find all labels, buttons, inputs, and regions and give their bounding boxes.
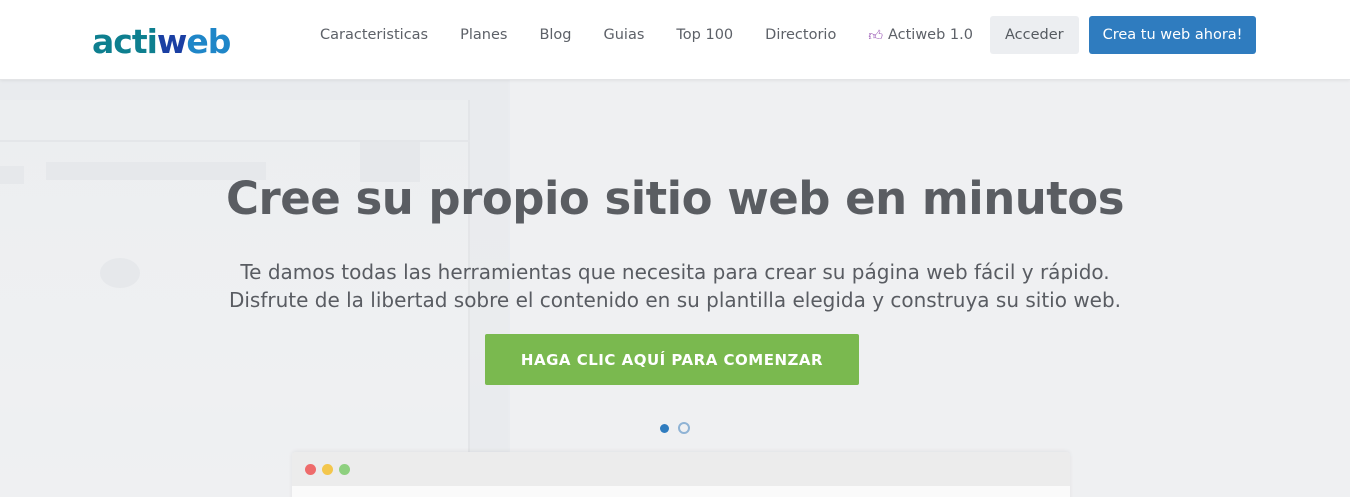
hero-section: Cree su propio sitio web en minutos Te d… bbox=[0, 80, 1350, 497]
hero-title: Cree su propio sitio web en minutos bbox=[226, 172, 1124, 225]
hero-subtitle: Te damos todas las herramientas que nece… bbox=[0, 258, 1350, 314]
carousel-dot-2[interactable] bbox=[678, 422, 690, 434]
nav-actiweb-1-0[interactable]: 👍︎ Actiweb 1.0 bbox=[852, 27, 989, 44]
carousel-pagination bbox=[660, 422, 690, 434]
hero-subtitle-line-1: Te damos todas las herramientas que nece… bbox=[240, 260, 1110, 284]
window-minimize-dot-icon bbox=[322, 463, 333, 475]
window-close-dot-icon bbox=[305, 463, 316, 475]
logo-wordmark: actiweb bbox=[92, 21, 231, 61]
thumbs-up-icon: 👍︎ bbox=[868, 27, 883, 44]
nav-guias[interactable]: Guias bbox=[588, 27, 661, 43]
nav-directorio[interactable]: Directorio bbox=[749, 27, 852, 43]
window-maximize-dot-icon bbox=[339, 463, 350, 475]
actiweb-logo[interactable]: actiweb bbox=[92, 18, 231, 64]
site-header: actiweb Caracteristicas Planes Blog Guia… bbox=[0, 0, 1350, 80]
browser-toolbar bbox=[292, 452, 1070, 486]
login-button[interactable]: Acceder bbox=[989, 16, 1079, 54]
nav-caracteristicas[interactable]: Caracteristicas bbox=[304, 27, 444, 43]
nav-blog[interactable]: Blog bbox=[523, 27, 587, 43]
create-website-button[interactable]: Crea tu web ahora! bbox=[1088, 16, 1257, 54]
carousel-dot-1[interactable] bbox=[660, 423, 669, 433]
main-nav: Caracteristicas Planes Blog Guias Top 10… bbox=[304, 16, 1257, 54]
nav-planes[interactable]: Planes bbox=[444, 27, 523, 43]
browser-mockup bbox=[292, 452, 1070, 497]
nav-top-100[interactable]: Top 100 bbox=[660, 27, 749, 43]
hero-subtitle-line-2: Disfrute de la libertad sobre el conteni… bbox=[228, 288, 1122, 312]
nav-actiweb-1-0-label: Actiweb 1.0 bbox=[887, 27, 973, 43]
get-started-button[interactable]: HAGA CLIC AQUÍ PARA COMENZAR bbox=[485, 334, 859, 385]
browser-content bbox=[292, 486, 1070, 497]
